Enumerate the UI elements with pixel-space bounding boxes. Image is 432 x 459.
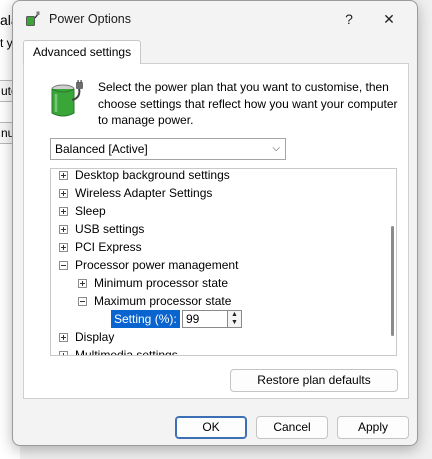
restore-plan-defaults-button[interactable]: Restore plan defaults xyxy=(230,369,398,392)
spin-down-icon[interactable]: ▼ xyxy=(228,319,241,327)
plan-description: Select the power plan that you want to c… xyxy=(98,80,398,127)
tab-advanced-settings[interactable]: Advanced settings xyxy=(23,40,142,64)
power-options-icon xyxy=(26,11,40,26)
settings-tree[interactable]: Desktop background settings Wireless Ada… xyxy=(50,168,397,356)
power-plan-dropdown[interactable]: Balanced [Active] ⌵ xyxy=(50,138,286,160)
tree-item-label: USB settings xyxy=(75,222,145,236)
title-bar[interactable]: Power Options ? ✕ xyxy=(13,1,417,37)
expand-icon[interactable] xyxy=(59,225,68,234)
advanced-settings-panel: Select the power plan that you want to c… xyxy=(23,63,409,399)
tree-item-label: Processor power management xyxy=(75,258,239,272)
tree-item-label: Sleep xyxy=(75,204,106,218)
tree-item-label: Minimum processor state xyxy=(94,276,229,290)
collapse-icon[interactable] xyxy=(78,297,87,306)
setting-value-input[interactable]: 99 xyxy=(182,310,228,328)
tree-item-label: Multimedia settings xyxy=(75,348,178,356)
dialog-title: Power Options xyxy=(49,12,131,26)
chevron-down-icon: ⌵ xyxy=(272,143,280,154)
close-button[interactable]: ✕ xyxy=(369,5,409,33)
apply-button[interactable]: Apply xyxy=(337,416,409,439)
power-options-dialog: Power Options ? ✕ Advanced settings Sele… xyxy=(12,0,418,446)
expand-icon[interactable] xyxy=(59,207,68,216)
battery-plug-icon xyxy=(51,80,83,117)
tree-item-label: Wireless Adapter Settings xyxy=(75,186,213,200)
ok-button[interactable]: OK xyxy=(175,416,247,439)
tree-item-label: Maximum processor state xyxy=(94,294,232,308)
cancel-button[interactable]: Cancel xyxy=(256,416,328,439)
collapse-icon[interactable] xyxy=(59,261,68,270)
tree-item-label: Desktop background settings xyxy=(75,168,230,182)
expand-icon[interactable] xyxy=(59,189,68,198)
expand-icon[interactable] xyxy=(59,351,68,355)
expand-icon[interactable] xyxy=(59,171,68,180)
spin-up-icon[interactable]: ▲ xyxy=(228,311,241,319)
expand-icon[interactable] xyxy=(59,243,68,252)
setting-label: Setting (%): xyxy=(111,310,180,328)
expand-icon[interactable] xyxy=(78,279,87,288)
help-button[interactable]: ? xyxy=(329,5,369,33)
power-plan-value: Balanced [Active] xyxy=(55,142,148,156)
expand-icon[interactable] xyxy=(59,333,68,342)
tree-item-label: PCI Express xyxy=(75,240,142,254)
setting-spinner[interactable]: ▲ ▼ xyxy=(228,310,242,328)
scrollbar-thumb[interactable] xyxy=(391,226,394,336)
tree-item-label: Display xyxy=(75,330,115,344)
